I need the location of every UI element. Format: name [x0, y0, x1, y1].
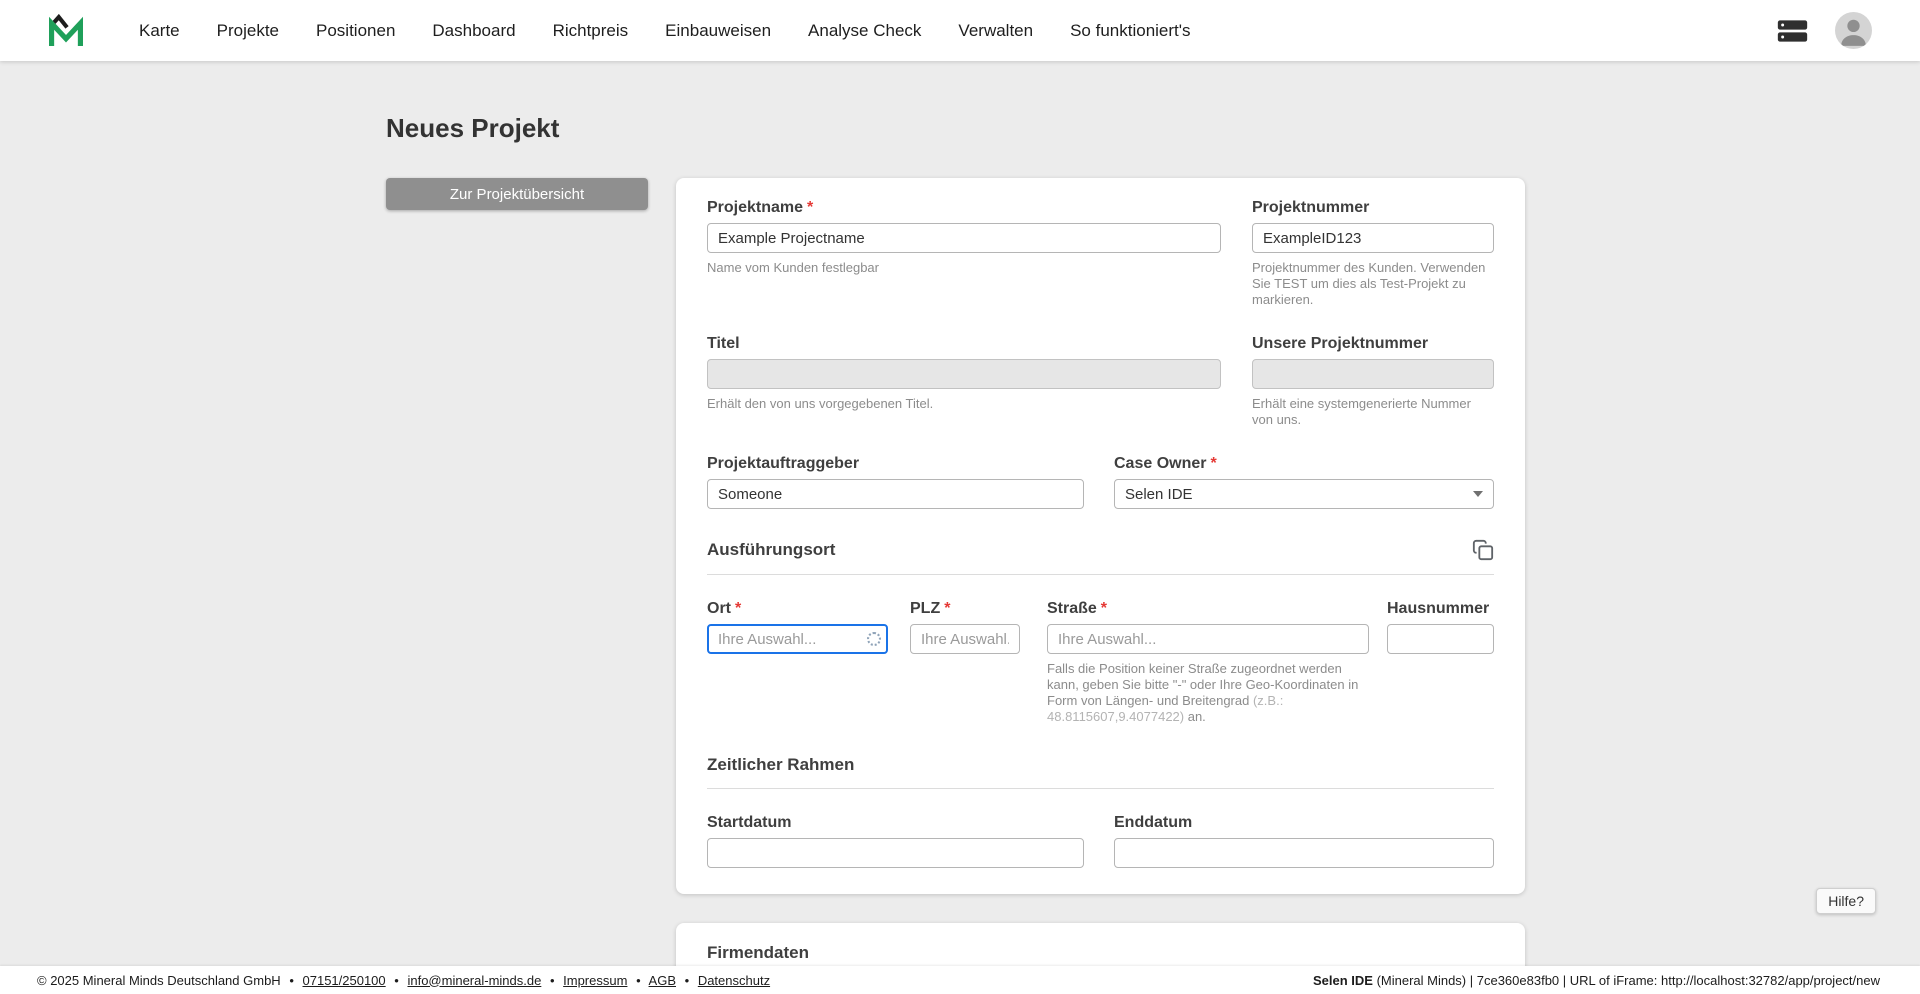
plz-input[interactable]: [910, 624, 1020, 654]
project-overview-button[interactable]: Zur Projektübersicht: [386, 178, 648, 210]
nav-item-so-funktionierts[interactable]: So funktioniert's: [1070, 21, 1190, 41]
footer: © 2025 Mineral Minds Deutschland GmbH • …: [0, 966, 1920, 994]
footer-user: Selen IDE: [1312, 972, 1373, 988]
ort-label: Ort: [707, 600, 731, 617]
field-enddatum: Enddatum: [1114, 813, 1494, 868]
hausnummer-label: Hausnummer: [1387, 600, 1490, 617]
footer-session-info: Selen IDE (Mineral Minds) | 7ce360e83fb0…: [1313, 973, 1880, 988]
mineral-minds-logo[interactable]: [47, 13, 85, 48]
projektauftraggeber-input[interactable]: [707, 479, 1084, 509]
titel-input: [707, 359, 1221, 389]
projektname-input[interactable]: [707, 223, 1221, 253]
startdatum-label: Startdatum: [707, 814, 792, 831]
footer-email-link[interactable]: info@mineral-minds.de: [407, 973, 541, 988]
field-case-owner: Case Owner * Selen IDE: [1114, 454, 1494, 509]
unsere-projektnummer-input: [1252, 359, 1494, 389]
help-button[interactable]: Hilfe?: [1816, 888, 1876, 914]
chevron-down-icon: [1473, 491, 1483, 497]
nav-item-verwalten[interactable]: Verwalten: [958, 21, 1033, 41]
nav-right-actions: [1776, 12, 1872, 49]
footer-left: © 2025 Mineral Minds Deutschland GmbH • …: [37, 972, 771, 988]
unsere-projektnummer-label: Unsere Projektnummer: [1252, 335, 1429, 352]
footer-copyright: © 2025 Mineral Minds Deutschland GmbH: [37, 972, 281, 988]
nav-item-positionen[interactable]: Positionen: [316, 21, 395, 41]
copy-icon[interactable]: [1472, 539, 1494, 561]
section-zeitlicher-rahmen: Zeitlicher Rahmen: [707, 755, 1494, 789]
field-projektnummer: Projektnummer Projektnummer des Kunden. …: [1252, 198, 1494, 308]
footer-impressum-link[interactable]: Impressum: [563, 973, 627, 988]
ort-input[interactable]: [707, 624, 888, 654]
top-nav: Karte Projekte Positionen Dashboard Rich…: [0, 0, 1920, 61]
hausnummer-input[interactable]: [1387, 624, 1494, 654]
enddatum-input[interactable]: [1114, 838, 1494, 868]
nav-item-karte[interactable]: Karte: [139, 21, 180, 41]
strasse-input[interactable]: [1047, 624, 1369, 654]
nav-item-einbauweisen[interactable]: Einbauweisen: [665, 21, 771, 41]
left-column: Zur Projektübersicht: [386, 178, 648, 210]
strasse-hint: Falls die Position keiner Straße zugeord…: [1047, 661, 1359, 724]
projektauftraggeber-label: Projektauftraggeber: [707, 455, 860, 472]
case-owner-label: Case Owner: [1114, 455, 1207, 472]
projektname-label: Projektname: [707, 199, 804, 216]
page-title: Neues Projekt: [386, 113, 560, 143]
case-owner-value: Selen IDE: [1125, 485, 1193, 503]
footer-agb-link[interactable]: AGB: [649, 973, 676, 988]
projektname-hint: Name vom Kunden festlegbar: [707, 260, 879, 275]
field-titel: Titel Erhält den von uns vorgegebenen Ti…: [707, 334, 1221, 428]
nav-item-analyse-check[interactable]: Analyse Check: [808, 21, 921, 41]
project-form-card: Projektname* Name vom Kunden festlegbar …: [676, 178, 1525, 894]
titel-hint: Erhält den von uns vorgegebenen Titel.: [707, 396, 934, 411]
section-ausfuehrungsort: Ausführungsort: [707, 539, 1494, 575]
case-owner-select[interactable]: Selen IDE: [1114, 479, 1494, 509]
field-unsere-projektnummer: Unsere Projektnummer Erhält eine systemg…: [1252, 334, 1494, 428]
required-marker: *: [1100, 600, 1108, 617]
form-column: Projektname* Name vom Kunden festlegbar …: [676, 178, 1525, 994]
field-projektauftraggeber: Projektauftraggeber: [707, 454, 1084, 509]
field-ort: Ort *: [707, 599, 888, 725]
plz-label: PLZ: [910, 600, 941, 617]
loading-spinner: [867, 632, 881, 646]
field-startdatum: Startdatum: [707, 813, 1084, 868]
main-content: Neues Projekt Zur Projektübersicht Proje…: [0, 61, 1920, 994]
avatar[interactable]: [1835, 12, 1872, 49]
field-projektname: Projektname* Name vom Kunden festlegbar: [707, 198, 1221, 308]
required-marker: *: [807, 199, 814, 216]
nav-item-richtpreis[interactable]: Richtpreis: [553, 21, 629, 41]
projektnummer-input[interactable]: [1252, 223, 1494, 253]
nav-item-dashboard[interactable]: Dashboard: [432, 21, 515, 41]
footer-phone-link[interactable]: 07151/250100: [303, 973, 386, 988]
app-window: Karte Projekte Positionen Dashboard Rich…: [0, 0, 1920, 994]
startdatum-input[interactable]: [707, 838, 1084, 868]
required-marker: *: [1210, 455, 1217, 472]
enddatum-label: Enddatum: [1114, 814, 1193, 831]
field-strasse: Straße* Falls die Position keiner Straße…: [1047, 599, 1369, 725]
projektnummer-hint: Projektnummer des Kunden. Verwenden Sie …: [1252, 260, 1486, 307]
zeitlicher-rahmen-title: Zeitlicher Rahmen: [707, 755, 855, 774]
server-icon[interactable]: [1776, 19, 1809, 43]
field-hausnummer: Hausnummer: [1387, 599, 1494, 725]
footer-session-details: (Mineral Minds) | 7ce360e83fb0 | URL of …: [1372, 972, 1880, 988]
main-menu: Karte Projekte Positionen Dashboard Rich…: [139, 21, 1191, 41]
footer-datenschutz-link[interactable]: Datenschutz: [698, 973, 770, 988]
nav-item-projekte[interactable]: Projekte: [217, 21, 279, 41]
field-plz: PLZ *: [910, 599, 1020, 725]
person-icon: [1841, 19, 1866, 46]
mineral-minds-logo-icon: [49, 13, 83, 46]
titel-label: Titel: [707, 335, 740, 352]
strasse-label: Straße: [1047, 600, 1097, 617]
required-marker: *: [735, 600, 742, 617]
unsere-projektnummer-hint: Erhält eine systemgenerierte Nummer von …: [1252, 396, 1471, 427]
required-marker: *: [944, 600, 951, 617]
ausfuehrungsort-title: Ausführungsort: [707, 540, 836, 559]
projektnummer-label: Projektnummer: [1252, 199, 1370, 216]
firmendaten-title: Firmendaten: [707, 943, 810, 962]
